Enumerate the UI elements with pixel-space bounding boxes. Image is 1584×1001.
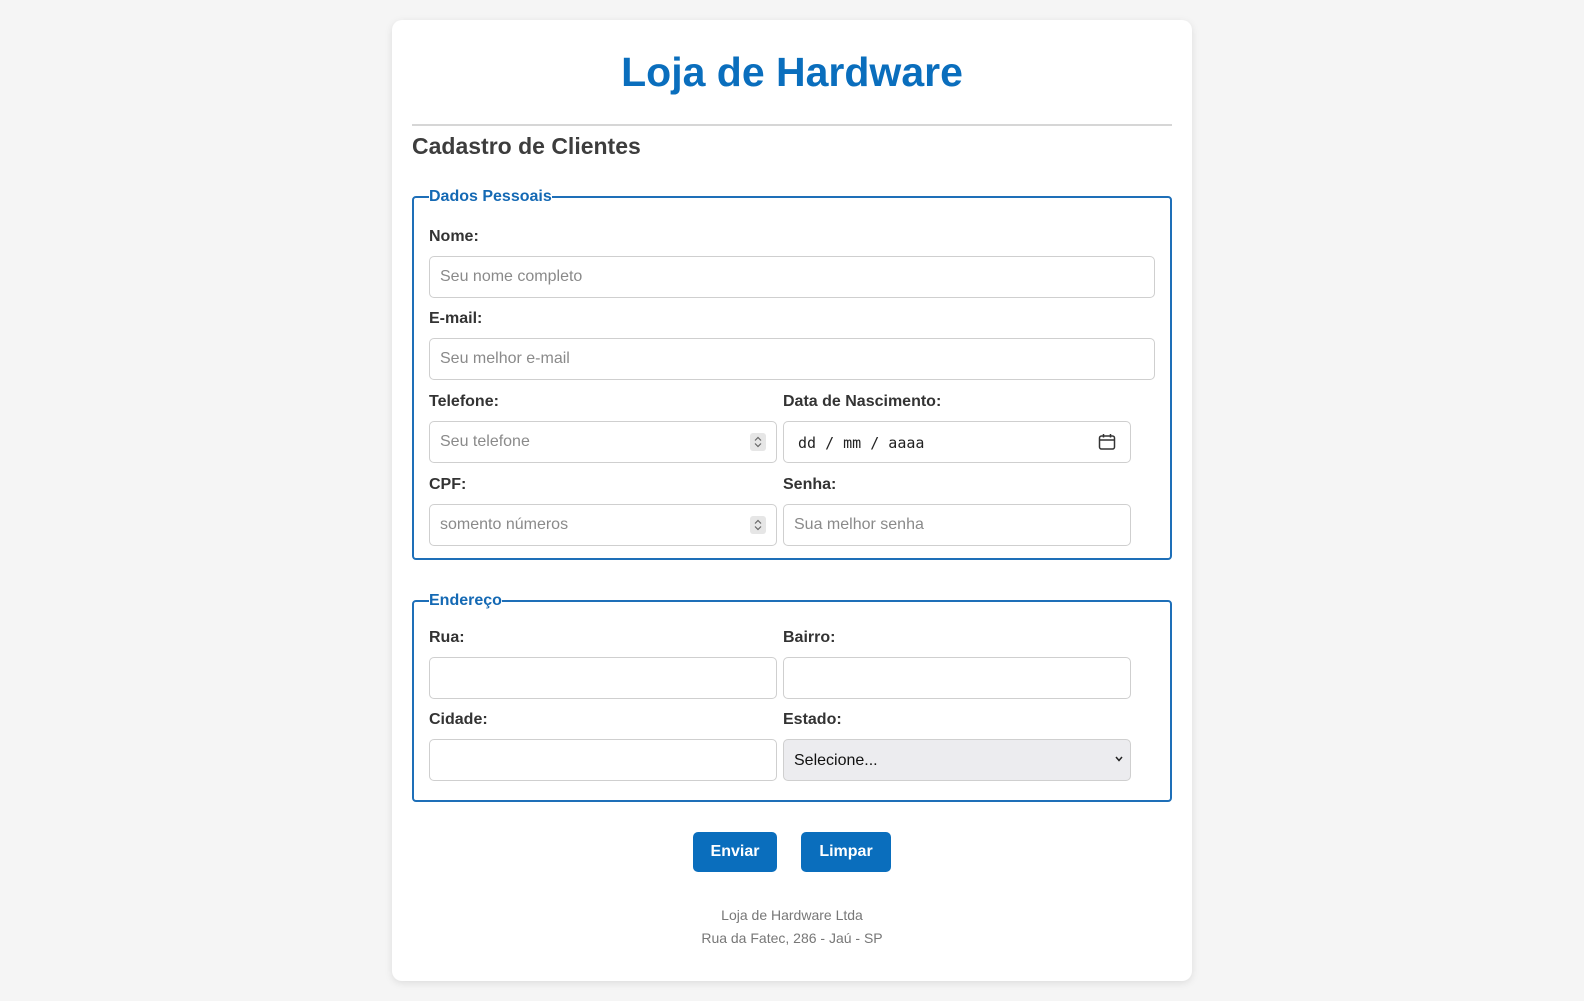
senha-input-wrapper — [783, 504, 1131, 546]
rua-bairro-row: Rua: Bairro: — [429, 629, 1155, 699]
email-label: E-mail: — [429, 310, 483, 327]
spinner-arrows-icon — [754, 436, 762, 448]
nome-label: Nome: — [429, 228, 479, 245]
bairro-field-group: Bairro: — [783, 629, 1131, 699]
cidade-field-group: Cidade: — [429, 711, 783, 781]
phone-birth-row: Telefone: Data de Nascimento: dd / mm / … — [429, 393, 1155, 463]
telefone-field-group: Telefone: — [429, 393, 783, 463]
nascimento-label: Data de Nascimento: — [783, 393, 942, 410]
estado-select[interactable]: Selecione... — [783, 739, 1131, 781]
email-field-group: E-mail: — [429, 310, 1155, 380]
chevron-down-icon — [1115, 756, 1123, 762]
spinner-arrows-icon — [754, 519, 762, 531]
bairro-input[interactable] — [784, 658, 1130, 698]
footer-company: Loja de Hardware Ltda — [721, 907, 863, 923]
bairro-label: Bairro: — [783, 629, 836, 646]
senha-field-group: Senha: — [783, 476, 1131, 546]
rua-label: Rua: — [429, 629, 465, 646]
calendar-icon[interactable] — [1098, 433, 1116, 451]
bairro-input-wrapper — [783, 657, 1131, 699]
cidade-input-wrapper — [429, 739, 777, 781]
address-legend: Endereço — [429, 592, 502, 609]
telefone-input[interactable] — [430, 422, 776, 462]
rua-field-group: Rua: — [429, 629, 783, 699]
spinner-icon[interactable] — [750, 433, 766, 451]
footer-address: Rua da Fatec, 286 - Jaú - SP — [701, 930, 883, 946]
telefone-input-wrapper — [429, 421, 777, 463]
title-divider — [412, 124, 1172, 126]
nome-input[interactable] — [429, 256, 1155, 298]
page-title: Cadastro de Clientes — [412, 133, 641, 159]
nome-field-group: Nome: — [429, 228, 1155, 298]
senha-label: Senha: — [783, 476, 837, 493]
cidade-label: Cidade: — [429, 711, 488, 728]
email-input[interactable] — [429, 338, 1155, 380]
cidade-estado-row: Cidade: Estado: Selecione... — [429, 711, 1155, 781]
form-actions: Enviar Limpar — [412, 832, 1172, 872]
footer: Loja de Hardware Ltda Rua da Fatec, 286 … — [412, 904, 1172, 950]
date-format-text: dd / mm / aaaa — [798, 434, 925, 452]
senha-input[interactable] — [784, 505, 1130, 545]
clear-button[interactable]: Limpar — [801, 832, 891, 872]
nascimento-field-group: Data de Nascimento: dd / mm / aaaa — [783, 393, 1131, 463]
cpf-label: CPF: — [429, 476, 467, 493]
personal-data-fieldset: Dados Pessoais Nome: E-mail: Telefone: — [412, 188, 1172, 560]
rua-input-wrapper — [429, 657, 777, 699]
nascimento-input[interactable]: dd / mm / aaaa — [783, 421, 1131, 463]
personal-data-legend: Dados Pessoais — [429, 188, 552, 205]
site-title: Loja de Hardware — [621, 49, 963, 95]
telefone-label: Telefone: — [429, 393, 499, 410]
cpf-input[interactable] — [430, 505, 776, 545]
cidade-input[interactable] — [430, 740, 776, 780]
estado-label: Estado: — [783, 711, 842, 728]
estado-field-group: Estado: Selecione... — [783, 711, 1131, 781]
spinner-icon[interactable] — [750, 516, 766, 534]
send-button[interactable]: Enviar — [693, 832, 777, 872]
cpf-field-group: CPF: — [429, 476, 783, 546]
cpf-input-wrapper — [429, 504, 777, 546]
registration-card: Loja de Hardware Cadastro de Clientes Da… — [392, 20, 1192, 981]
cpf-senha-row: CPF: Senha: — [429, 476, 1155, 546]
rua-input[interactable] — [430, 658, 776, 698]
estado-selected-value: Selecione... — [794, 752, 878, 769]
address-fieldset: Endereço Rua: Bairro: Cidade: Estado: Se… — [412, 592, 1172, 802]
